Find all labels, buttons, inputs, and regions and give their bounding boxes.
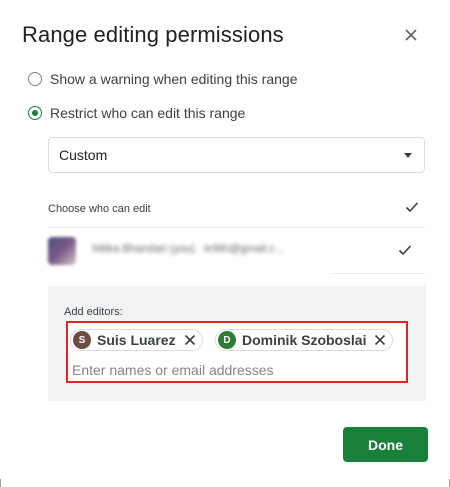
choose-who-can-edit-label: Choose who can edit xyxy=(48,203,151,215)
close-icon xyxy=(405,29,417,41)
access-type-select[interactable]: Custom xyxy=(48,137,425,173)
editor-chip: S Suis Luarez xyxy=(70,329,203,351)
restrict-option[interactable]: Restrict who can edit this range xyxy=(28,105,245,121)
warning-option-label: Show a warning when editing this range xyxy=(50,71,298,87)
add-editors-field[interactable]: S Suis Luarez D Dominik Szoboslai xyxy=(66,321,408,383)
add-editors-panel: Add editors: S Suis Luarez D Dominik Szo… xyxy=(48,286,426,401)
divider xyxy=(48,227,425,228)
close-button[interactable] xyxy=(398,22,424,48)
editor-chip: D Dominik Szoboslai xyxy=(215,329,394,351)
restrict-option-label: Restrict who can edit this range xyxy=(50,105,246,121)
divider xyxy=(0,479,1,487)
editor-chip-name: Suis Luarez xyxy=(97,332,176,348)
divider xyxy=(330,273,425,274)
dialog-title: Range editing permissions xyxy=(22,22,284,47)
dropdown-arrow-icon xyxy=(404,153,412,158)
current-user-checkbox[interactable] xyxy=(397,242,413,258)
warning-option[interactable]: Show a warning when editing this range xyxy=(28,71,298,87)
select-all-checkbox[interactable] xyxy=(404,199,420,215)
editor-chip-name: Dominik Szoboslai xyxy=(242,332,367,348)
current-user-row: Nitika Bhandari (you) · kr8th@gmail.c... xyxy=(48,230,425,272)
range-editing-permissions-dialog: Range editing permissions Show a warning… xyxy=(0,0,450,487)
restrict-radio[interactable] xyxy=(28,106,42,120)
close-icon xyxy=(375,334,386,346)
done-button[interactable]: Done xyxy=(343,427,428,462)
warning-radio[interactable] xyxy=(28,72,42,86)
add-editors-label: Add editors: xyxy=(64,306,123,318)
current-user-text: Nitika Bhandari (you) · kr8th@gmail.c... xyxy=(92,243,285,255)
editors-input[interactable] xyxy=(70,359,394,381)
avatar: S xyxy=(73,331,91,349)
access-type-value: Custom xyxy=(59,147,108,163)
user-avatar xyxy=(48,237,76,265)
remove-editor-button[interactable] xyxy=(372,332,388,348)
close-icon xyxy=(184,334,195,346)
remove-editor-button[interactable] xyxy=(182,332,198,348)
avatar: D xyxy=(218,331,236,349)
